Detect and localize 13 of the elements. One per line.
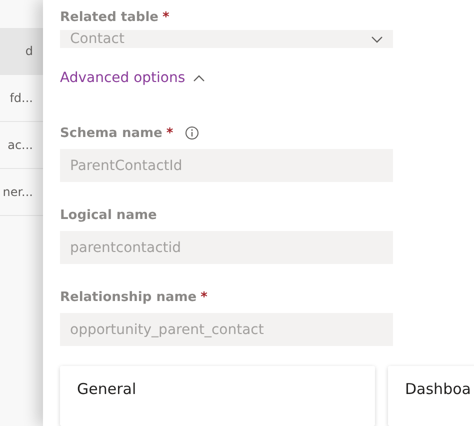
required-asterisk: *: [162, 10, 170, 25]
chevron-up-icon: [193, 74, 206, 82]
field-label: Relationship name: [60, 290, 197, 304]
required-asterisk: *: [200, 290, 208, 304]
field-label: Schema name: [60, 126, 162, 140]
field-label: Related table: [60, 10, 158, 25]
chevron-down-icon: [371, 36, 383, 42]
required-asterisk: *: [166, 126, 174, 140]
field-label: Logical name: [60, 208, 157, 222]
section-card: Dashboa: [388, 366, 474, 426]
section-card: General: [60, 366, 375, 426]
advanced-options-link[interactable]: Advanced options: [60, 70, 206, 86]
list-item[interactable]: d: [0, 28, 43, 75]
